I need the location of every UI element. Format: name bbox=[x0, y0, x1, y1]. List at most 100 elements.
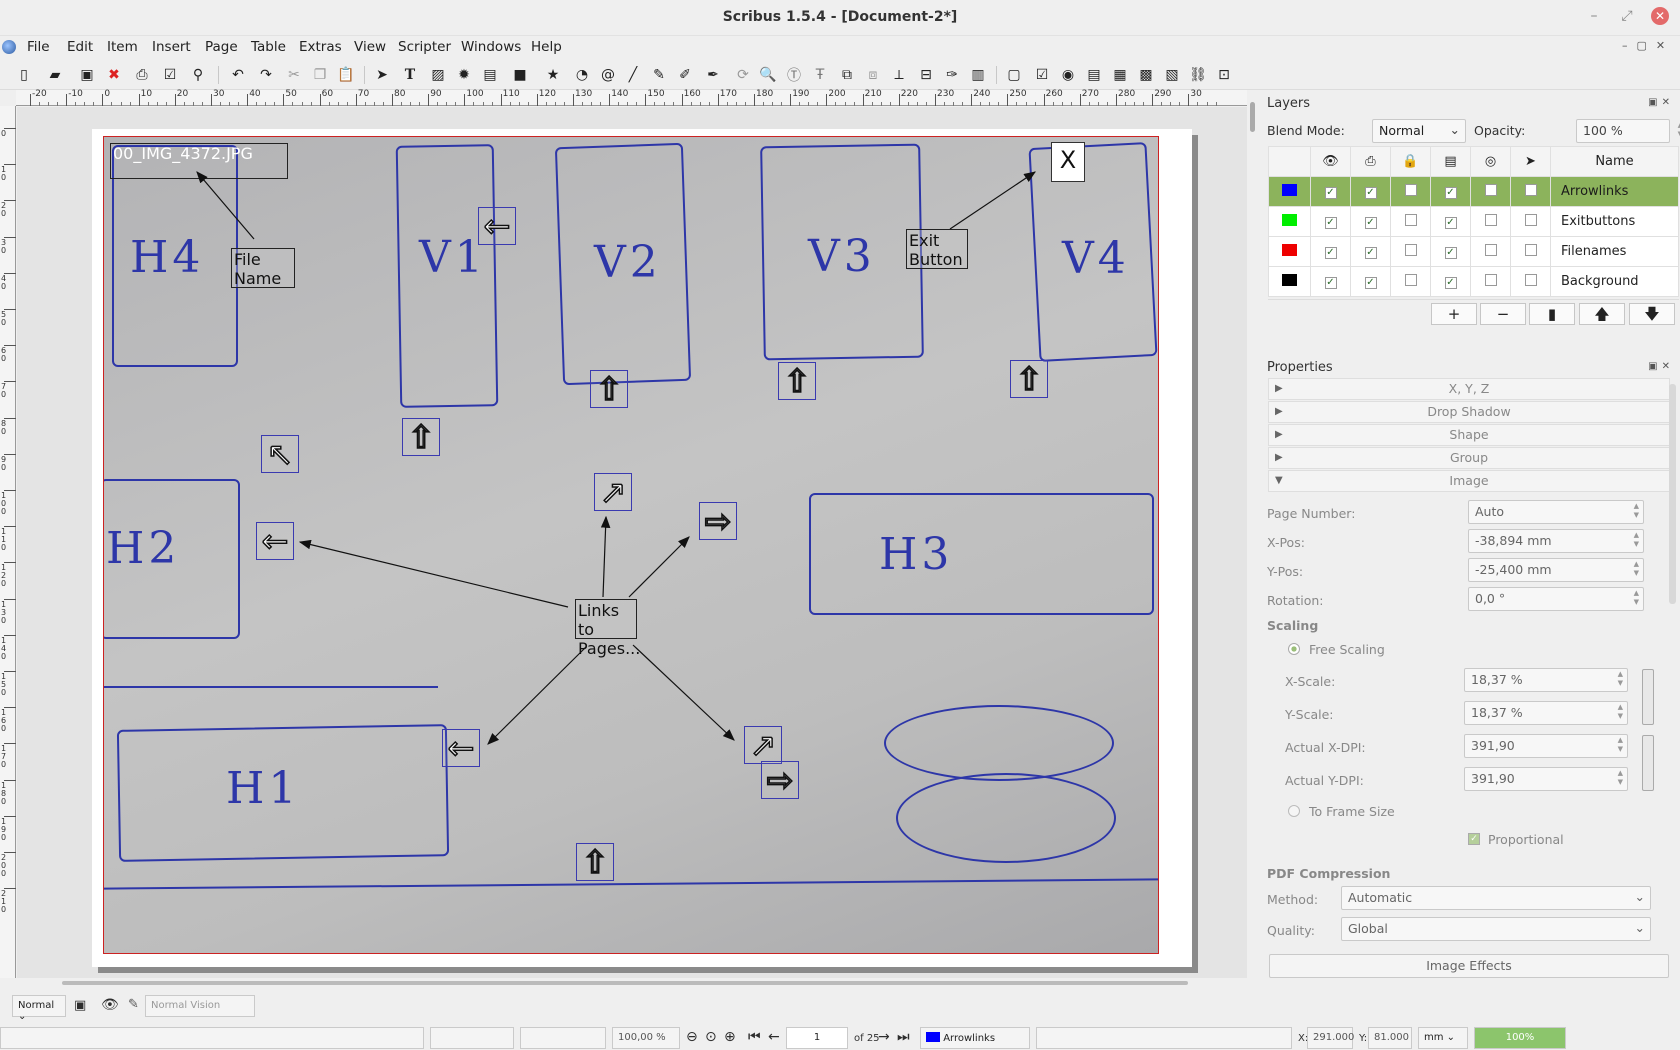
redo-icon[interactable]: ↷ bbox=[256, 65, 276, 85]
close-document-icon[interactable]: ✖ bbox=[104, 65, 124, 85]
arrow-link-button[interactable]: ← bbox=[478, 207, 516, 245]
zoom-input[interactable]: 100,00 % bbox=[612, 1027, 680, 1049]
measure-icon[interactable]: ⟂ bbox=[889, 65, 909, 85]
printable-checkbox[interactable]: ✓ bbox=[1364, 217, 1377, 229]
x-pos-input[interactable]: -38,894 mm ▲ ▼ bbox=[1468, 529, 1644, 553]
arrow-link-button[interactable]: ⇧ bbox=[576, 843, 614, 881]
layer-name[interactable]: Background bbox=[1550, 266, 1679, 297]
new-document-icon[interactable]: ▯ bbox=[14, 65, 34, 85]
arrow-link-button[interactable]: ⇨ bbox=[761, 761, 799, 799]
pdf-button-icon[interactable]: ▢ bbox=[1004, 65, 1024, 85]
freehand-icon[interactable]: ✐ bbox=[675, 65, 695, 85]
copy-icon[interactable]: ❐ bbox=[310, 65, 330, 85]
properties-scrollbar[interactable] bbox=[1669, 384, 1676, 604]
flow-checkbox[interactable]: ✓ bbox=[1444, 187, 1457, 199]
outline-checkbox[interactable] bbox=[1484, 213, 1497, 226]
properties-dock-buttons[interactable]: ▣✕ bbox=[1648, 361, 1674, 372]
add-layer-button[interactable]: + bbox=[1431, 303, 1477, 325]
export-pdf-icon[interactable]: ⚲ bbox=[188, 65, 208, 85]
actual-y-dpi-input[interactable]: 391,90 ▲ ▼ bbox=[1464, 767, 1628, 791]
lock-checkbox[interactable] bbox=[1404, 183, 1417, 196]
pdf-combobox-icon[interactable]: ▦ bbox=[1110, 65, 1130, 85]
proportional-checkbox[interactable]: ✓ bbox=[1468, 833, 1480, 845]
printable-checkbox[interactable]: ✓ bbox=[1364, 277, 1377, 289]
spiral-icon[interactable]: @ bbox=[598, 65, 618, 85]
menu-scripter[interactable]: Scripter bbox=[398, 39, 451, 55]
arrow-link-button[interactable]: ⇨ bbox=[699, 502, 737, 540]
preview-eye-icon[interactable]: 👁 bbox=[101, 997, 119, 1013]
layer-color-swatch[interactable] bbox=[1282, 273, 1297, 286]
menu-table[interactable]: Table bbox=[251, 39, 286, 55]
pdf-link-annotation-icon[interactable]: ⊡ bbox=[1214, 65, 1234, 85]
preflight-icon[interactable]: ☑ bbox=[160, 65, 180, 85]
next-page-icon[interactable]: → bbox=[878, 1029, 890, 1045]
section-shape[interactable]: ▶ Shape bbox=[1268, 424, 1670, 446]
mdi-window-controls[interactable]: –▢✕ bbox=[1622, 39, 1674, 52]
edit-mode-icon[interactable]: ✎ bbox=[128, 997, 139, 1012]
select-tool-icon[interactable]: ➤ bbox=[372, 65, 392, 85]
view-mode-select[interactable]: Normal ⌄ bbox=[12, 995, 66, 1022]
arrow-link-button[interactable]: ← bbox=[442, 729, 480, 767]
rotation-input[interactable]: 0,0 ° ▲ ▼ bbox=[1468, 587, 1644, 611]
layer-name[interactable]: Exitbuttons bbox=[1550, 206, 1679, 237]
menu-item[interactable]: Item bbox=[107, 39, 138, 55]
section-drop-shadow[interactable]: ▶ Drop Shadow bbox=[1268, 401, 1670, 423]
flow-checkbox[interactable]: ✓ bbox=[1444, 247, 1457, 259]
selectable-checkbox[interactable] bbox=[1524, 243, 1537, 256]
first-page-icon[interactable]: ⏮ bbox=[748, 1029, 761, 1045]
menu-edit[interactable]: Edit bbox=[67, 39, 93, 55]
y-pos-input[interactable]: -25,400 mm ▲ ▼ bbox=[1468, 558, 1644, 582]
background-image-frame[interactable]: H4 V1 V2 V3 V4 H2 H3 H1 00_IMG_4372.JPG … bbox=[103, 136, 1159, 954]
cut-icon[interactable]: ✂ bbox=[284, 65, 304, 85]
link-frames-icon[interactable]: ⧉ bbox=[837, 65, 857, 85]
menu-file[interactable]: File bbox=[27, 39, 50, 55]
calligraphy-icon[interactable]: ✒ bbox=[703, 65, 723, 85]
pdf-link-icon[interactable]: ⛓ bbox=[1188, 65, 1208, 85]
pdf-checkbox-icon[interactable]: ☑ bbox=[1032, 65, 1052, 85]
printable-checkbox[interactable]: ✓ bbox=[1364, 187, 1377, 199]
save-icon[interactable]: ▣ bbox=[77, 65, 97, 85]
arrow-link-button[interactable]: ⇧ bbox=[402, 418, 440, 456]
arrow-link-button[interactable]: ↗ bbox=[594, 473, 632, 511]
bezier-icon[interactable]: ✎ bbox=[649, 65, 669, 85]
layer-color-swatch[interactable] bbox=[1282, 243, 1297, 256]
opacity-input[interactable]: 100 % ▲▼ bbox=[1576, 119, 1680, 143]
compression-method-select[interactable]: Automatic ⌄ bbox=[1341, 886, 1651, 910]
arc-icon[interactable]: ◔ bbox=[572, 65, 592, 85]
outline-checkbox[interactable] bbox=[1484, 273, 1497, 286]
zoom-in-icon[interactable]: ⊕ bbox=[724, 1029, 736, 1045]
layer-color-swatch[interactable] bbox=[1282, 213, 1297, 226]
layer-row-filenames[interactable]: ✓ ✓ ✓ Filenames bbox=[1268, 236, 1679, 267]
pdf-listbox-icon[interactable]: ▩ bbox=[1136, 65, 1156, 85]
paste-icon[interactable]: 📋 bbox=[336, 65, 356, 85]
page-number-input[interactable]: Auto ▲ ▼ bbox=[1468, 500, 1644, 524]
section-image[interactable]: ▼ Image bbox=[1268, 470, 1670, 492]
menu-help[interactable]: Help bbox=[531, 39, 562, 55]
visible-checkbox[interactable]: ✓ bbox=[1324, 217, 1337, 229]
menu-extras[interactable]: Extras bbox=[299, 39, 342, 55]
menu-view[interactable]: View bbox=[354, 39, 386, 55]
image-frame-icon[interactable]: ▨ bbox=[428, 65, 448, 85]
edit-text-icon[interactable]: Ŧ bbox=[810, 65, 830, 85]
compression-quality-select[interactable]: Global ⌄ bbox=[1341, 917, 1651, 941]
flow-checkbox[interactable]: ✓ bbox=[1444, 277, 1457, 289]
layer-row-exitbuttons[interactable]: ✓ ✓ ✓ Exitbuttons bbox=[1268, 206, 1679, 237]
unit-select[interactable]: mm ⌄ bbox=[1418, 1027, 1468, 1049]
undo-icon[interactable]: ↶ bbox=[228, 65, 248, 85]
eyedropper-icon[interactable]: ✑ bbox=[942, 65, 962, 85]
arrow-link-button[interactable]: ⇧ bbox=[778, 362, 816, 400]
visible-checkbox[interactable]: ✓ bbox=[1324, 187, 1337, 199]
arrow-link-button[interactable]: ← bbox=[256, 522, 294, 560]
menu-insert[interactable]: Insert bbox=[152, 39, 191, 55]
outline-checkbox[interactable] bbox=[1484, 243, 1497, 256]
layers-dock-buttons[interactable]: ▣✕ bbox=[1648, 97, 1674, 108]
free-scaling-radio[interactable] bbox=[1288, 643, 1300, 655]
previous-page-icon[interactable]: ← bbox=[768, 1029, 780, 1045]
to-frame-size-radio[interactable] bbox=[1288, 805, 1300, 817]
shape-icon[interactable]: ■ bbox=[510, 65, 530, 85]
color-management-icon[interactable]: ▣ bbox=[74, 998, 86, 1013]
visible-checkbox[interactable]: ✓ bbox=[1324, 277, 1337, 289]
layer-color-swatch[interactable] bbox=[1282, 183, 1297, 196]
menu-windows[interactable]: Windows bbox=[461, 39, 521, 55]
edit-content-icon[interactable]: Ⓣ bbox=[784, 65, 804, 85]
